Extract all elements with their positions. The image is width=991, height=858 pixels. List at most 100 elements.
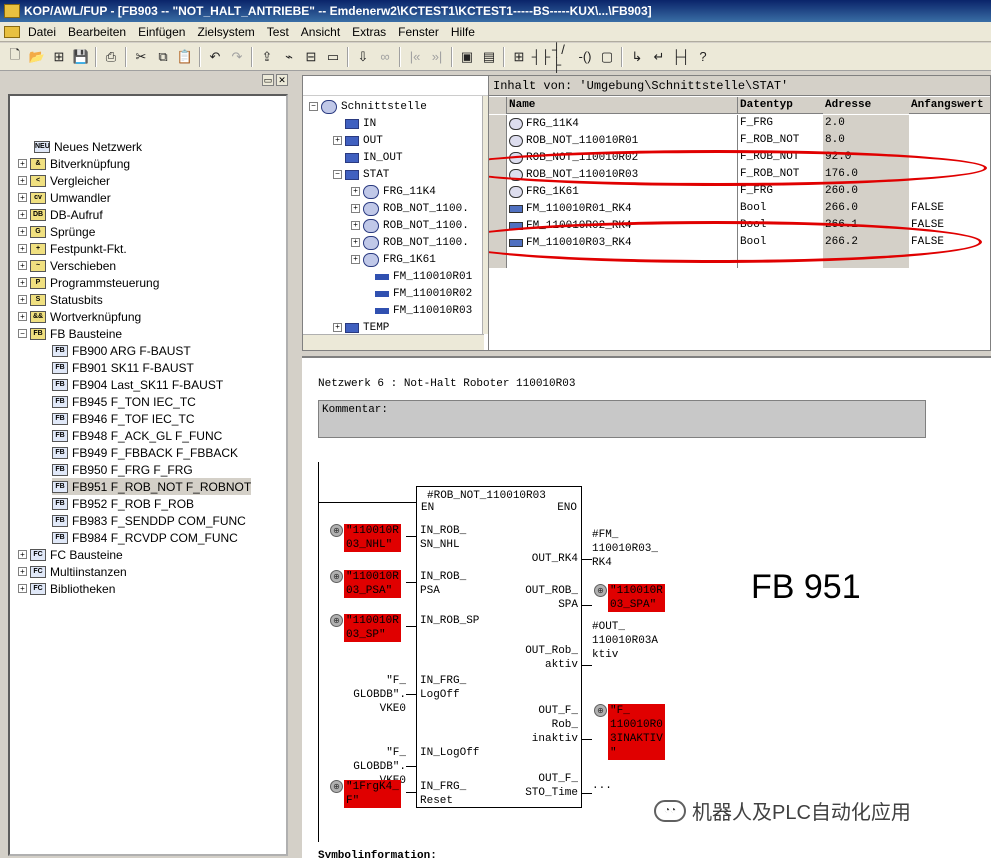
download-icon[interactable]: ⇩ [352,46,374,68]
interface-root[interactable]: − Schnittstelle [309,98,427,115]
tree-fb-item-10[interactable]: FB FB983 F_SENDDP COM_FUNC [52,512,246,529]
tree-folder-0[interactable]: + & Bitverknüpfung [18,155,130,172]
box-icon[interactable]: ▢ [596,46,618,68]
network-comment-field[interactable]: Kommentar: [318,400,926,438]
tree-folder-10[interactable]: − FB FB Bausteine [18,325,122,342]
tree-fb-item-1[interactable]: FB FB901 SK11 F-BAUST [52,359,194,376]
expand-toggle-icon[interactable]: + [18,193,27,202]
fb-output-operand[interactable]: #OUT_ 110010R03A ktiv [592,620,658,662]
col-init-header[interactable]: Anfangswert [909,97,990,114]
col-address-header[interactable]: Adresse [823,96,909,114]
menu-zielsystem[interactable]: Zielsystem [191,25,260,39]
expand-toggle-icon[interactable]: + [18,278,27,287]
type-cell[interactable]: Bool [737,200,823,217]
expand-toggle-icon[interactable]: + [333,323,342,332]
cut-icon[interactable]: ✂ [130,46,152,68]
interface-item-9[interactable]: FM_110010R01 [363,268,472,285]
init-cell[interactable] [909,115,990,132]
tree-folder-5[interactable]: + + Festpunkt-Fkt. [18,240,127,257]
expand-toggle-icon[interactable]: + [18,227,27,236]
next-icon[interactable]: »| [426,46,448,68]
name-cell[interactable]: FM_110010R01_RK4 [507,203,737,215]
expand-toggle-icon[interactable]: + [18,176,27,185]
table-row[interactable]: ROB_NOT_110010R01 F_ROB_NOT 8.0 [489,132,990,149]
tree-fb-item-11[interactable]: FB FB984 F_RCVDP COM_FUNC [52,529,238,546]
expand-toggle-icon[interactable]: + [18,567,27,576]
row-header-cell[interactable] [489,183,507,200]
fb-output-operand[interactable]: "110010R 03_SPA" [608,584,665,612]
interface-horizontal-scrollbar[interactable] [303,334,484,350]
collapse-toggle-icon[interactable]: − [309,102,318,111]
row-header-cell[interactable] [489,132,507,149]
undo-icon[interactable]: ↶ [204,46,226,68]
branch-open-icon[interactable]: ↳ [626,46,648,68]
menu-ansicht[interactable]: Ansicht [295,25,346,39]
tree-bottom-0[interactable]: + FC FC Bausteine [18,546,123,563]
print-icon[interactable]: ⎙ [100,46,122,68]
interface-item-0[interactable]: IN [333,115,376,132]
panel-close-icon[interactable]: ✕ [276,74,288,86]
init-cell[interactable]: FALSE [909,200,990,217]
col-type-header[interactable]: Datentyp [737,96,823,114]
paste-icon[interactable]: 📋 [174,46,196,68]
name-cell[interactable]: FRG_1K61 [507,185,737,198]
load-icon[interactable]: ⇪ [256,46,278,68]
expand-toggle-icon[interactable]: − [333,170,342,179]
tree-bottom-1[interactable]: + FC Multiinstanzen [18,563,127,580]
glasses-icon[interactable]: ∞ [374,46,396,68]
table-row[interactable]: FM_110010R01_RK4 Bool 266.0 FALSE [489,200,990,217]
interface-item-7[interactable]: + ROB_NOT_1100. [351,234,469,251]
expand-toggle-icon[interactable]: + [18,584,27,593]
menu-datei[interactable]: Datei [22,25,62,39]
tree-folder-2[interactable]: + cv Umwandler [18,189,111,206]
open-icon[interactable]: 📂 [26,46,48,68]
row-header-cell[interactable] [489,200,507,217]
tree-item-new-network[interactable]: NEU Neues Netzwerk [34,138,142,155]
prev-icon[interactable]: |« [404,46,426,68]
row-header-cell[interactable] [489,115,507,132]
name-cell[interactable]: FRG_11K4 [507,117,737,130]
network-title[interactable]: Netzwerk 6 : Not-Halt Roboter 110010R03 [318,378,575,390]
details-icon[interactable]: ▤ [478,46,500,68]
fb-input-operand[interactable]: "110010R 03_PSA" [344,570,401,598]
panel-restore-icon[interactable]: ▭ [262,74,274,86]
col-name-header[interactable]: Name [507,99,737,111]
copy-icon[interactable]: ⧉ [152,46,174,68]
fb-output-operand[interactable]: ... [592,779,612,793]
fb-input-operand[interactable]: "F_ GLOBDB". VKE0 [353,674,406,716]
overview-icon[interactable]: ▣ [456,46,478,68]
name-cell[interactable]: ROB_NOT_110010R01 [507,134,737,147]
connection-icon[interactable]: ├┤ [670,46,692,68]
type-cell[interactable]: F_ROB_NOT [737,132,823,149]
expand-toggle-icon[interactable]: + [18,244,27,253]
expand-toggle-icon[interactable]: + [18,210,27,219]
expand-toggle-icon[interactable]: + [351,238,360,247]
tree-fb-item-5[interactable]: FB FB948 F_ACK_GL F_FUNC [52,427,222,444]
interface-item-6[interactable]: + ROB_NOT_1100. [351,217,469,234]
menu-hilfe[interactable]: Hilfe [445,25,481,39]
redo-icon[interactable]: ↷ [226,46,248,68]
coil-icon[interactable]: -() [574,46,596,68]
menu-bearbeiten[interactable]: Bearbeiten [62,25,132,39]
init-cell[interactable] [909,183,990,200]
menu-test[interactable]: Test [261,25,295,39]
expand-toggle-icon[interactable]: + [351,187,360,196]
network-icon[interactable]: ⊞ [48,46,70,68]
tree-folder-3[interactable]: + DB DB-Aufruf [18,206,103,223]
interface-item-4[interactable]: + FRG_11K4 [351,183,436,200]
fb-input-operand[interactable]: "110010R 03_NHL" [344,524,401,552]
monitor-icon[interactable]: ▭ [322,46,344,68]
new-network-icon[interactable]: ⊞ [508,46,530,68]
tree-fb-item-0[interactable]: FB FB900 ARG F-BAUST [52,342,191,359]
expand-toggle-icon[interactable]: + [351,204,360,213]
expand-toggle-icon[interactable]: + [351,255,360,264]
interface-item-3[interactable]: − STAT [333,166,389,183]
tree-folder-1[interactable]: + < Vergleicher [18,172,110,189]
no-contact-icon[interactable]: ┤├ [530,46,552,68]
branch-close-icon[interactable]: ↵ [648,46,670,68]
interface-item-8[interactable]: + FRG_1K61 [351,251,436,268]
tree-folder-8[interactable]: + S Statusbits [18,291,103,308]
tree-fb-item-9[interactable]: FB FB952 F_ROB F_ROB [52,495,194,512]
tree-folder-4[interactable]: + G Sprünge [18,223,95,240]
expand-toggle-icon[interactable]: + [18,261,27,270]
